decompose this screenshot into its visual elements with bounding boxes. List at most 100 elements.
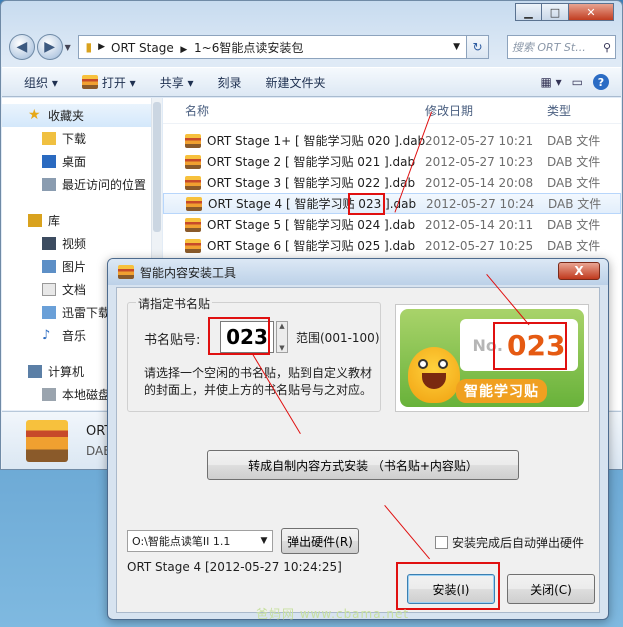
- nav-recent[interactable]: 最近访问的位置: [2, 173, 161, 196]
- nav-videos[interactable]: 视频: [2, 232, 161, 255]
- breadcrumb[interactable]: ORT Stage ▶ 1~6智能点读安装包: [111, 39, 447, 56]
- back-button[interactable]: ◀: [9, 34, 35, 60]
- help-icon[interactable]: ?: [593, 74, 609, 90]
- preview-pane-icon[interactable]: ▭: [572, 75, 583, 89]
- column-headers: 名称 修改日期 类型: [163, 98, 621, 124]
- breadcrumb-root[interactable]: ORT Stage: [111, 41, 174, 55]
- file-date: 2012-05-14 20:11: [425, 217, 534, 232]
- document-icon: [42, 283, 56, 296]
- spin-down-icon[interactable]: ▼: [279, 344, 284, 352]
- file-name-cell: ORT Stage 4 [ 智能学习贴 023 ].dab: [164, 195, 426, 212]
- dab-file-icon: [185, 154, 201, 169]
- share-button[interactable]: 共享 ▾: [160, 74, 194, 91]
- scroll-thumb[interactable]: [153, 102, 161, 232]
- convert-install-button[interactable]: 转成自制内容方式安装 （书名贴+内容贴）: [207, 450, 519, 480]
- mascot-eye: [438, 359, 448, 369]
- refresh-button[interactable]: ↻: [467, 35, 489, 59]
- file-row-selected[interactable]: ORT Stage 4 [ 智能学习贴 023 ].dab 2012-05-27…: [163, 193, 621, 214]
- nav-desktop[interactable]: 桌面: [2, 150, 161, 173]
- open-label: 打开 ▾: [101, 75, 136, 90]
- burn-button[interactable]: 刻录: [218, 74, 242, 91]
- file-type: DAB 文件: [547, 176, 601, 190]
- address-bar[interactable]: ▮ ▶ ORT Stage ▶ 1~6智能点读安装包 ▼: [78, 35, 468, 59]
- file-name-cell: ORT Stage 1+ [ 智能学习贴 020 ].dab: [163, 132, 425, 149]
- column-date[interactable]: 修改日期: [425, 102, 545, 119]
- eject-button[interactable]: 弹出硬件(R): [281, 528, 359, 554]
- arrow-right-icon: ▶: [44, 39, 56, 55]
- close-window-button[interactable]: ✕: [569, 3, 614, 21]
- nav-favorites[interactable]: ★ 收藏夹: [2, 104, 161, 127]
- mascot-icon: [408, 347, 460, 403]
- close-button[interactable]: 关闭(C): [507, 574, 595, 604]
- view-options-icon[interactable]: ▦ ▾: [540, 75, 561, 89]
- annotation-box-install: [396, 562, 500, 610]
- address-row: ◀ ▶ ▼ ▮ ▶ ORT Stage ▶ 1~6智能点读安装包 ▼ ↻ 搜索 …: [9, 33, 616, 61]
- mascot-eye: [418, 359, 428, 369]
- arrow-left-icon: ◀: [16, 39, 28, 55]
- drive-select-value: O:\智能点读笔II 1.1: [132, 535, 231, 548]
- minimize-button[interactable]: ▁: [515, 3, 542, 21]
- drive-select[interactable]: O:\智能点读笔II 1.1 ▼: [127, 530, 273, 552]
- file-row[interactable]: ORT Stage 6 [ 智能学习贴 025 ].dab 2012-05-27…: [163, 235, 621, 256]
- computer-icon: [28, 365, 42, 378]
- dialog-titlebar[interactable]: 智能内容安装工具: [108, 259, 608, 285]
- file-type: DAB 文件: [547, 155, 601, 169]
- chevron-down-icon[interactable]: ▼: [453, 42, 460, 52]
- file-type: DAB 文件: [547, 218, 601, 232]
- library-icon: [28, 214, 42, 227]
- download-folder-icon: [42, 132, 56, 145]
- file-name-cell: ORT Stage 3 [ 智能学习贴 022 ].dab: [163, 174, 425, 191]
- open-button[interactable]: 打开 ▾: [81, 74, 136, 91]
- nav-label: 收藏夹: [48, 109, 85, 123]
- nav-label: 本地磁盘: [62, 388, 111, 402]
- file-date: 2012-05-27 10:25: [425, 238, 534, 253]
- group-title: 请指定书名贴: [136, 295, 213, 312]
- auto-eject-label: 安装完成后自动弹出硬件: [452, 536, 585, 550]
- file-name-cell: ORT Stage 2 [ 智能学习贴 021 ].dab: [163, 153, 425, 170]
- nav-label: 音乐: [62, 329, 87, 343]
- column-name[interactable]: 名称: [163, 102, 425, 119]
- file-row[interactable]: ORT Stage 1+ [ 智能学习贴 020 ].dab 2012-05-2…: [163, 130, 621, 151]
- annotation-box-book-number: [208, 317, 270, 355]
- search-input[interactable]: 搜索 ORT St... ⚲: [506, 35, 616, 59]
- chevron-down-icon[interactable]: ▼: [256, 536, 272, 546]
- spin-up-icon[interactable]: ▲: [279, 322, 284, 330]
- history-dropdown[interactable]: ▼: [65, 43, 75, 52]
- file-name: ORT Stage 6 [ 智能学习贴 025 ].dab: [207, 239, 416, 253]
- column-type[interactable]: 类型: [545, 102, 615, 119]
- search-icon: ⚲: [602, 40, 611, 54]
- forward-button[interactable]: ▶: [36, 34, 63, 60]
- file-name: ORT Stage 3 [ 智能学习贴 022 ].dab: [207, 176, 416, 190]
- file-row[interactable]: ORT Stage 3 [ 智能学习贴 022 ].dab 2012-05-14…: [163, 172, 621, 193]
- nav-downloads[interactable]: 下载: [2, 127, 161, 150]
- status-text: ORT Stage 4 [2012-05-27 10:24:25]: [127, 560, 342, 574]
- maximize-button[interactable]: □: [542, 3, 569, 21]
- file-name-cell: ORT Stage 5 [ 智能学习贴 024 ].dab: [163, 216, 425, 233]
- refresh-icon: ↻: [472, 40, 483, 54]
- file-type: DAB 文件: [547, 239, 601, 253]
- window-caption-buttons: ▁ □ ✕: [515, 3, 614, 21]
- nav-label: 最近访问的位置: [62, 178, 147, 192]
- command-bar: 组织 ▾ 打开 ▾ 共享 ▾ 刻录 新建文件夹 ▦ ▾ ▭ ?: [2, 67, 621, 97]
- video-icon: [42, 237, 56, 250]
- folder-icon: ▮: [85, 40, 93, 54]
- desktop-icon: [42, 155, 56, 168]
- nav-label: 库: [48, 214, 61, 228]
- book-number-hint: 请选择一个空闲的书名贴，贴到自定义教材的封面上，并使上方的书名贴号与之对应。: [144, 366, 373, 397]
- organize-button[interactable]: 组织 ▾: [24, 74, 58, 91]
- book-number-spinner[interactable]: ▲ ▼: [276, 321, 288, 353]
- nav-label: 迅雷下载: [62, 306, 111, 320]
- auto-eject-option[interactable]: 安装完成后自动弹出硬件: [435, 534, 584, 551]
- nav-libraries[interactable]: 库: [2, 209, 161, 232]
- sticker-brand: 智能学习贴: [456, 379, 547, 403]
- file-type: DAB 文件: [547, 134, 601, 148]
- close-icon: X: [574, 264, 584, 278]
- chevron-right-icon: ▶: [177, 44, 191, 55]
- file-row[interactable]: ORT Stage 2 [ 智能学习贴 021 ].dab 2012-05-27…: [163, 151, 621, 172]
- file-row[interactable]: ORT Stage 5 [ 智能学习贴 024 ].dab 2012-05-14…: [163, 214, 621, 235]
- nav-label: 下载: [62, 132, 87, 146]
- dialog-close-button[interactable]: X: [558, 262, 600, 280]
- auto-eject-checkbox[interactable]: [435, 536, 448, 549]
- breadcrumb-current[interactable]: 1~6智能点读安装包: [194, 41, 303, 55]
- new-folder-button[interactable]: 新建文件夹: [266, 74, 326, 91]
